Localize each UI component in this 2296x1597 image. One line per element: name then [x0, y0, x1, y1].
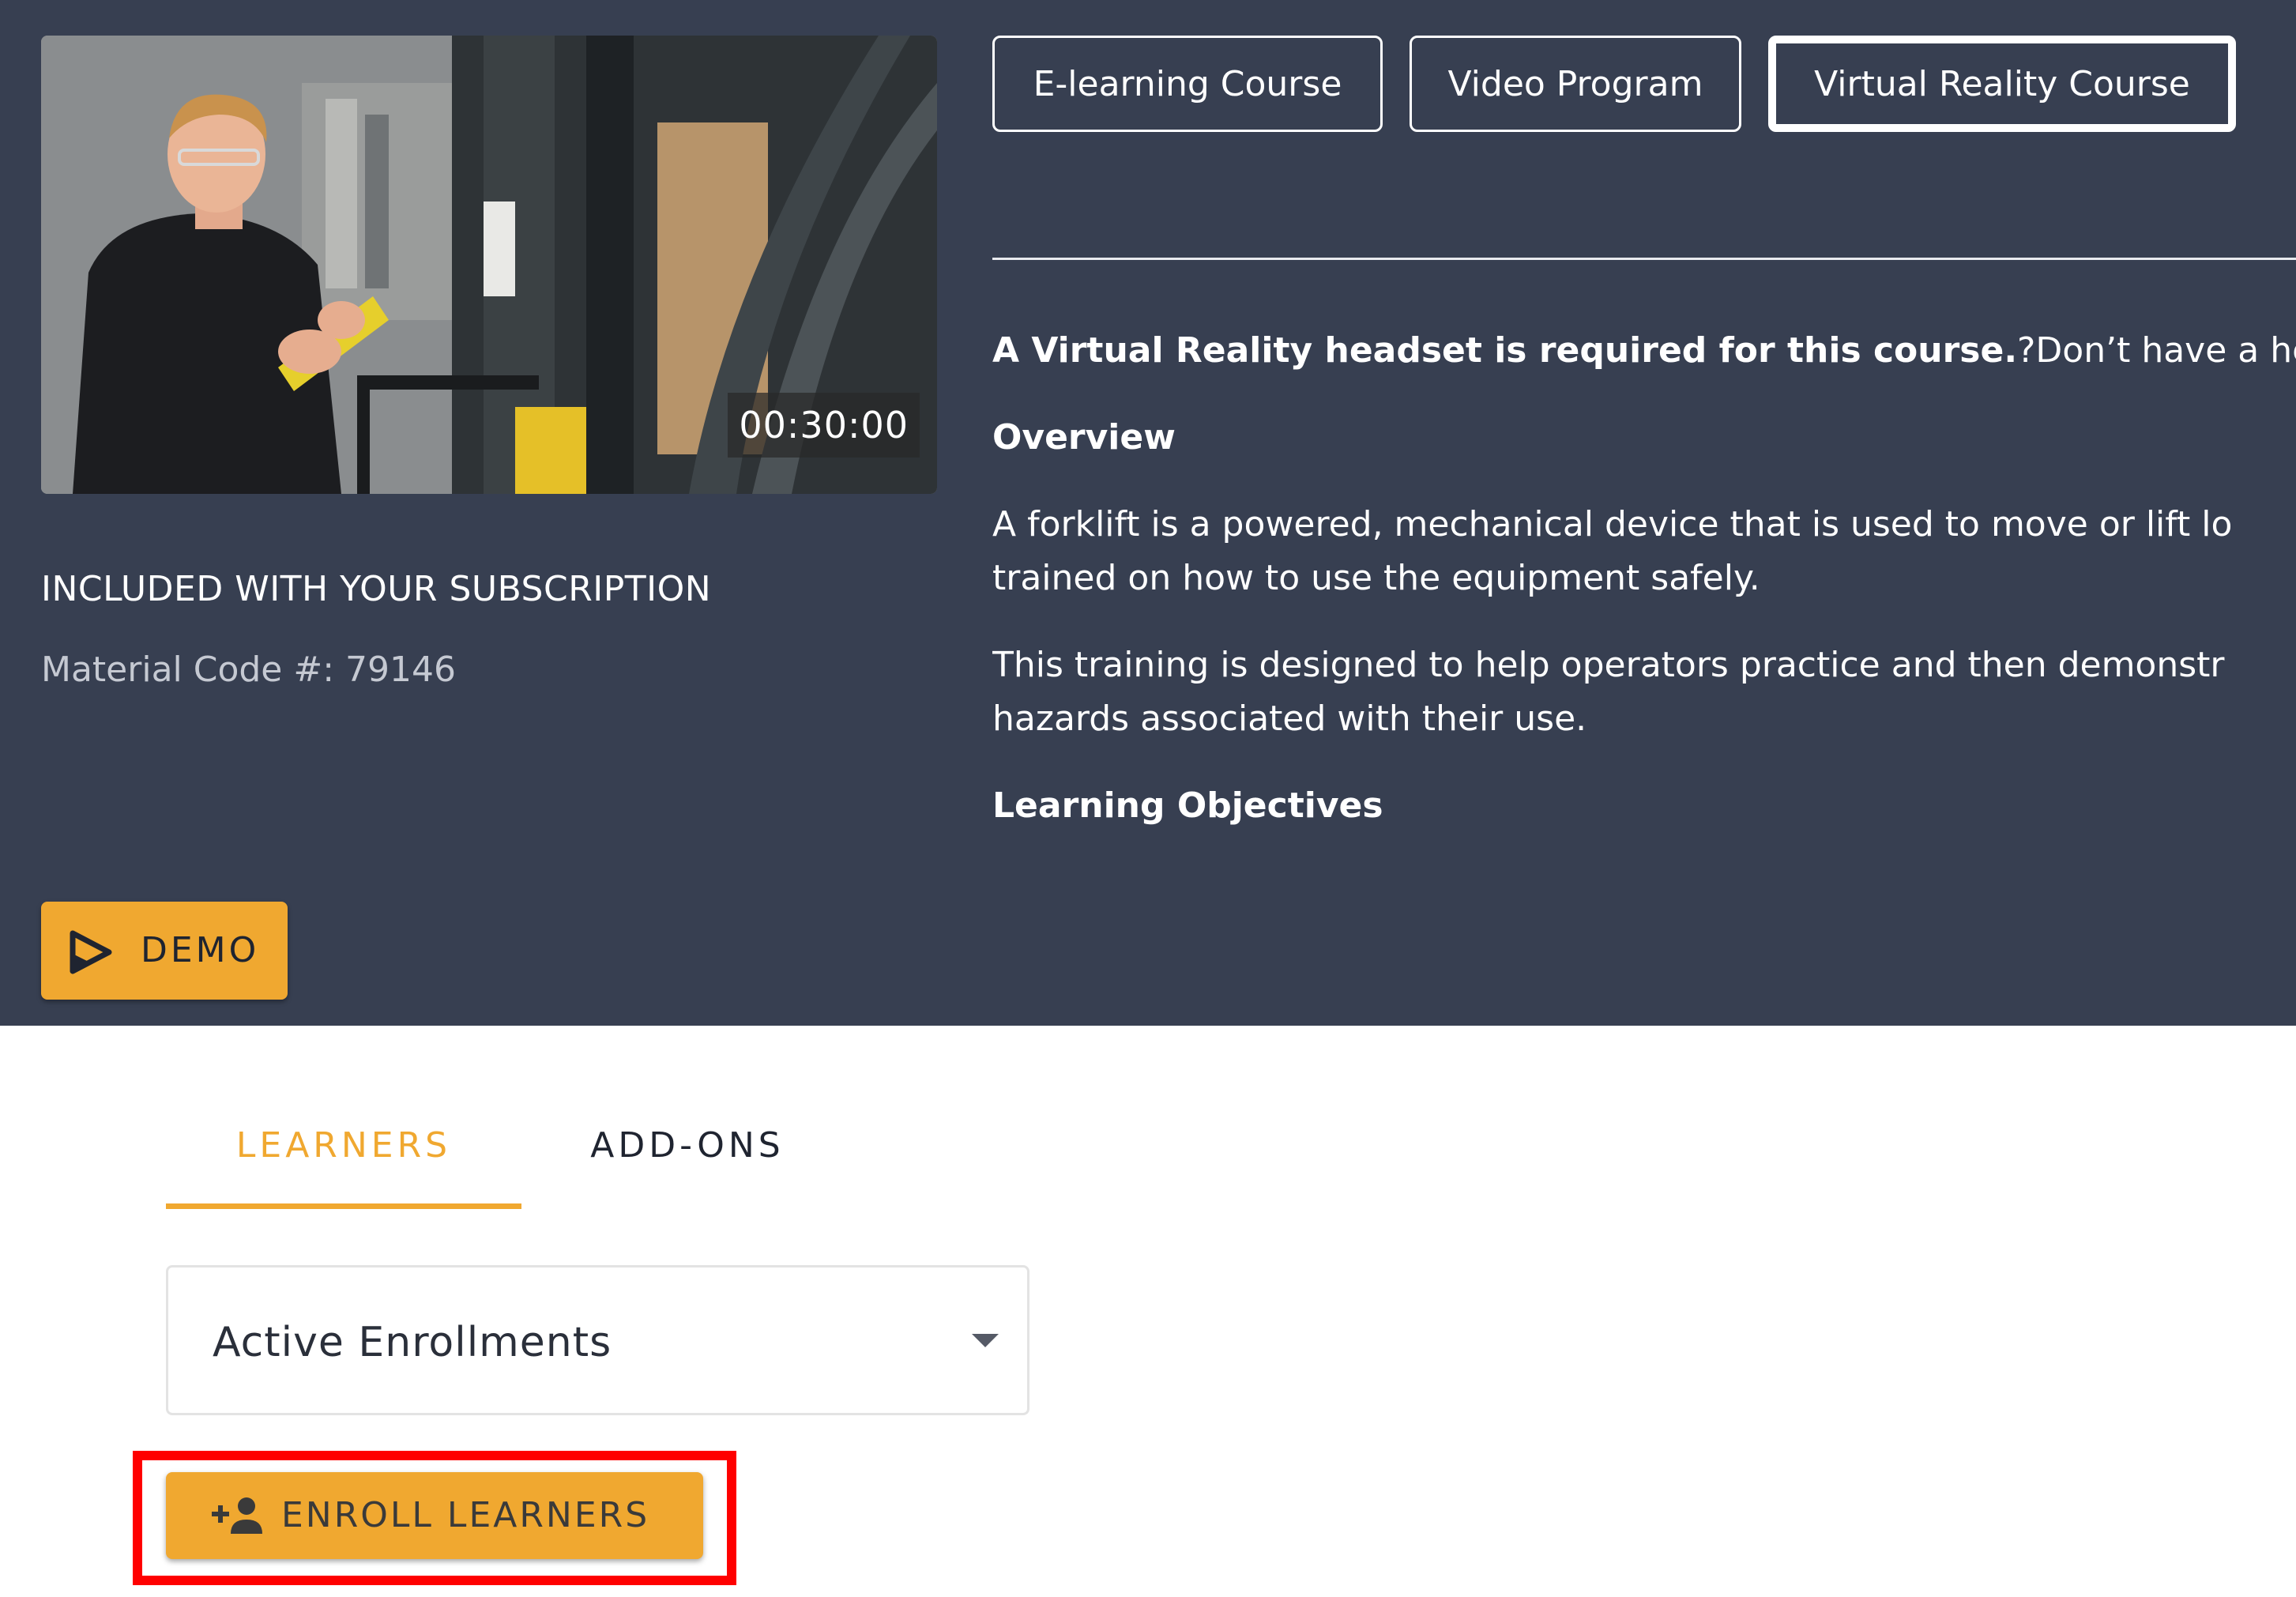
headset-note: A Virtual Reality headset is required fo… [992, 330, 2296, 371]
description-fade [992, 847, 2296, 895]
tab-add-ons[interactable]: ADD-ONS [553, 1114, 822, 1209]
tab-learners[interactable]: LEARNERS [166, 1114, 521, 1209]
course-header: 00:30:00 INCLUDED WITH YOUR SUBSCRIPTION… [0, 0, 2296, 1026]
tab-virtual-reality-course[interactable]: Virtual Reality Course [1768, 36, 2236, 132]
play-icon [70, 930, 112, 974]
training-line-1: This training is designed to help operat… [992, 645, 2225, 685]
demo-button-label: DEMO [141, 930, 260, 970]
video-duration: 00:30:00 [728, 393, 920, 458]
overview-line-1: A forklift is a powered, mechanical devi… [992, 504, 2233, 544]
add-person-icon [212, 1497, 262, 1534]
enroll-learners-button[interactable]: ENROLL LEARNERS [166, 1472, 703, 1559]
subscription-status: INCLUDED WITH YOUR SUBSCRIPTION [41, 569, 712, 609]
enroll-learners-label: ENROLL LEARNERS [281, 1495, 650, 1535]
objectives-heading: Learning Objectives [992, 785, 1383, 826]
divider [992, 258, 2296, 260]
training-line-2: hazards associated with their use. [992, 699, 1587, 739]
tab-elearning-course[interactable]: E-learning Course [992, 36, 1383, 132]
course-description: A Virtual Reality headset is required fo… [992, 324, 2296, 895]
enrollment-filter-value: Active Enrollments [213, 1319, 612, 1366]
course-thumbnail[interactable]: 00:30:00 [41, 36, 937, 494]
material-code: Material Code #: 79146 [41, 650, 457, 690]
enrollment-filter-select[interactable]: Active Enrollments [166, 1265, 1029, 1415]
active-tab-indicator [166, 1203, 521, 1209]
chevron-down-icon [972, 1334, 999, 1347]
tab-video-program[interactable]: Video Program [1410, 36, 1741, 132]
overview-line-2: trained on how to use the equipment safe… [992, 558, 1760, 598]
demo-button[interactable]: DEMO [41, 902, 288, 1000]
overview-heading: Overview [992, 417, 1176, 458]
